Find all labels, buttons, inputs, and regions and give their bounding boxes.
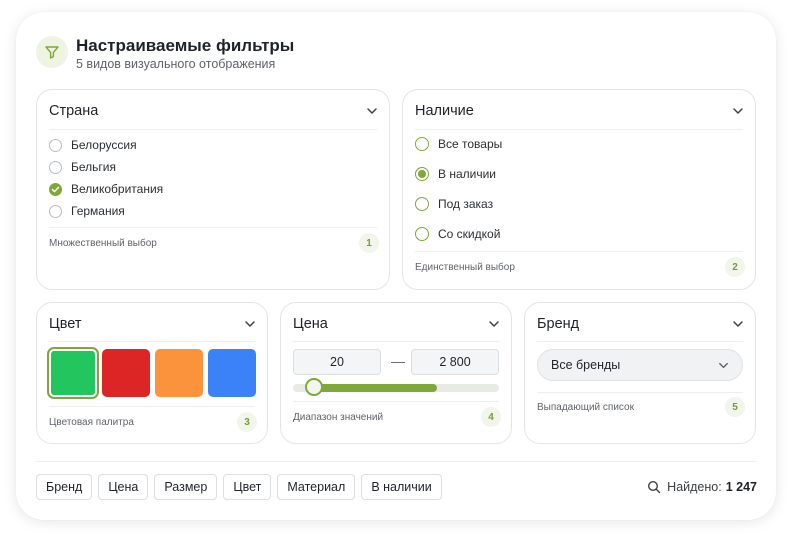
range-separator: — <box>391 353 405 369</box>
radio[interactable] <box>415 197 429 211</box>
page-title: Настраиваемые фильтры <box>76 36 295 55</box>
price-filter-title: Цена <box>293 316 328 332</box>
checkbox[interactable] <box>49 204 62 218</box>
chevron-down-icon[interactable] <box>487 317 501 331</box>
quick-filter-chips: Бренд Цена Размер Цвет Материал В наличи… <box>36 474 442 500</box>
filter-number-badge: 3 <box>237 412 257 432</box>
price-range-thumb[interactable] <box>304 378 323 396</box>
results-count: Найдено: 1 247 <box>647 480 757 494</box>
divider <box>537 392 743 393</box>
chevron-down-icon[interactable] <box>731 317 745 331</box>
availability-option[interactable]: Все товары <box>415 137 502 151</box>
price-filter-card: Цена 20 — 2 800 Диапазон значений 4 <box>280 302 512 444</box>
color-swatch-orange[interactable] <box>155 349 203 397</box>
filters-panel: Настраиваемые фильтры 5 видов визуальног… <box>16 12 776 520</box>
brand-select-value: Все бренды <box>551 358 621 372</box>
divider <box>415 251 743 252</box>
check-icon <box>51 186 60 192</box>
search-icon <box>648 480 661 494</box>
country-option[interactable]: Великобритания <box>49 182 163 196</box>
divider <box>36 461 756 462</box>
divider <box>49 341 255 342</box>
price-range-fill <box>313 384 438 392</box>
divider <box>49 129 377 130</box>
filter-number-badge: 2 <box>725 257 745 277</box>
option-label: Бельгия <box>71 160 116 174</box>
option-label: Со скидкой <box>438 227 501 241</box>
color-swatch-green[interactable] <box>47 347 99 399</box>
filter-type-label: Множественный выбор <box>49 238 157 249</box>
option-label: Белоруссия <box>71 138 137 152</box>
brand-filter-title: Бренд <box>537 316 580 332</box>
filter-number-badge: 5 <box>725 397 745 417</box>
price-min-input[interactable]: 20 <box>293 349 381 375</box>
filter-type-label: Выпадающий список <box>537 402 634 413</box>
availability-option[interactable]: В наличии <box>415 167 496 181</box>
filter-type-label: Цветовая палитра <box>49 417 134 428</box>
option-label: Все товары <box>438 137 503 151</box>
color-filter-title: Цвет <box>49 316 82 332</box>
color-swatch-red[interactable] <box>102 349 150 397</box>
availability-option[interactable]: Со скидкой <box>415 227 500 241</box>
checkbox[interactable] <box>49 138 62 152</box>
country-option[interactable]: Белоруссия <box>49 138 137 152</box>
price-range-track[interactable] <box>293 384 499 392</box>
country-filter-title: Страна <box>49 103 99 119</box>
filter-number-badge: 4 <box>481 407 501 427</box>
divider <box>537 341 743 342</box>
availability-option[interactable]: Под заказ <box>415 197 493 211</box>
divider <box>293 341 499 342</box>
color-swatch-blue[interactable] <box>208 349 256 397</box>
radio-selected[interactable] <box>415 167 429 181</box>
brand-select[interactable]: Все бренды <box>537 349 743 381</box>
option-label: Германия <box>71 204 125 218</box>
checkbox[interactable] <box>49 160 62 174</box>
chip-color[interactable]: Цвет <box>223 474 272 500</box>
checkbox-checked[interactable] <box>49 182 62 196</box>
results-number: 1 247 <box>725 480 757 494</box>
availability-filter-card: Наличие Все товары В наличии Под заказ С… <box>402 89 756 290</box>
option-label: В наличии <box>438 167 497 181</box>
radio[interactable] <box>415 137 429 151</box>
divider <box>49 227 377 228</box>
chevron-down-icon <box>719 362 728 369</box>
filter-type-label: Единственный выбор <box>415 262 515 273</box>
brand-filter-card: Бренд Все бренды Выпадающий список 5 <box>524 302 756 444</box>
page-subtitle: 5 видов визуального отображения <box>76 57 276 71</box>
color-filter-card: Цвет Цветовая палитра 3 <box>36 302 268 444</box>
option-label: Великобритания <box>71 182 164 196</box>
filter-type-label: Диапазон значений <box>293 412 384 423</box>
country-filter-card: Страна Белоруссия Бельгия Великобритания… <box>36 89 390 290</box>
divider <box>293 401 499 402</box>
chevron-down-icon[interactable] <box>731 104 745 118</box>
chip-size[interactable]: Размер <box>154 474 218 500</box>
filter-number-badge: 1 <box>359 233 379 253</box>
filter-icon <box>36 36 68 68</box>
chevron-down-icon[interactable] <box>243 317 257 331</box>
results-label: Найдено: <box>667 480 722 494</box>
chip-brand[interactable]: Бренд <box>36 474 93 500</box>
country-option[interactable]: Бельгия <box>49 160 116 174</box>
availability-filter-title: Наличие <box>415 103 474 119</box>
chip-in-stock[interactable]: В наличии <box>361 474 442 500</box>
divider <box>49 406 255 407</box>
divider <box>415 129 743 130</box>
chip-material[interactable]: Материал <box>277 474 356 500</box>
chevron-down-icon[interactable] <box>365 104 379 118</box>
option-label: Под заказ <box>438 197 494 211</box>
country-option[interactable]: Германия <box>49 204 125 218</box>
price-max-input[interactable]: 2 800 <box>411 349 499 375</box>
chip-price[interactable]: Цена <box>98 474 149 500</box>
radio[interactable] <box>415 227 429 241</box>
